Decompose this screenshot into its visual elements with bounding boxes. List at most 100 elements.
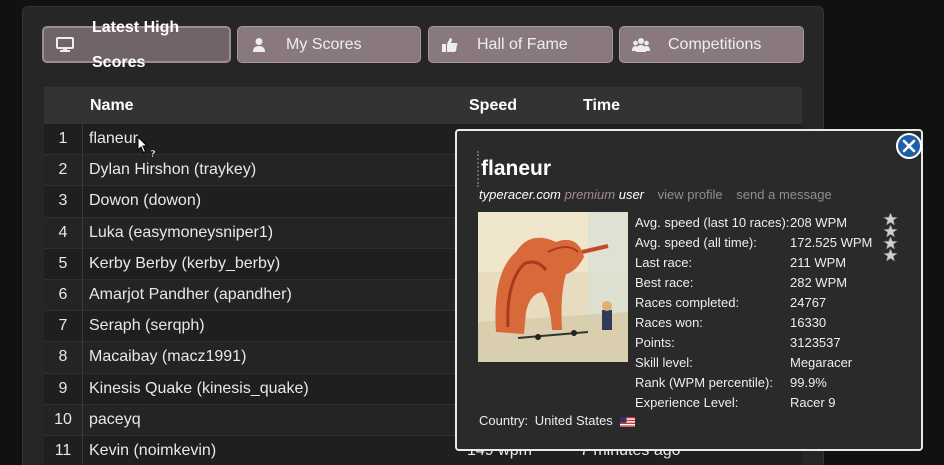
skill-stars	[883, 213, 899, 261]
stat-value: 282 WPM	[790, 275, 848, 290]
svg-text:?: ?	[150, 149, 156, 160]
star-icon	[883, 213, 898, 225]
stat-value: 3123537	[790, 335, 841, 350]
stat-row: Avg. speed (all time): 172.525 WPM	[635, 235, 895, 255]
stat-label: Skill level:	[635, 355, 693, 370]
row-player-name[interactable]: paceyq	[89, 411, 141, 429]
row-divider	[82, 311, 83, 342]
stat-label: Avg. speed (all time):	[635, 235, 757, 250]
help-cursor-icon: ?	[137, 135, 159, 160]
row-divider	[82, 124, 83, 155]
stat-label: Last race:	[635, 255, 693, 270]
row-divider	[82, 186, 83, 217]
row-rank: 3	[58, 192, 68, 210]
row-rank: 7	[58, 317, 68, 335]
stat-row: Skill level: Megaracer	[635, 355, 895, 375]
tab-label: Hall of Fame	[477, 36, 568, 53]
stat-row: Races won: 16330	[635, 315, 895, 335]
row-rank: 10	[54, 410, 72, 428]
row-divider	[82, 373, 83, 404]
tab-hall-of-fame[interactable]: Hall of Fame	[428, 26, 613, 63]
account-type: premium	[564, 187, 616, 202]
row-rank: 8	[58, 348, 68, 366]
row-player-name[interactable]: Luka (easymoneysniper1)	[89, 224, 273, 242]
country-value: United States	[534, 413, 613, 428]
country-row: Country: United States	[479, 413, 636, 428]
star-icon	[883, 237, 898, 249]
stat-value: 172.525 WPM	[790, 235, 873, 250]
row-player-name[interactable]: Kevin (noimkevin)	[89, 442, 216, 460]
tab-competitions[interactable]: Competitions	[619, 26, 804, 63]
star-icon	[883, 225, 898, 237]
text-caret	[477, 151, 480, 187]
stat-value: Megaracer	[790, 355, 853, 370]
tab-label: My Scores	[286, 36, 362, 53]
popup-meta: typeracer.com premium user view profile …	[479, 187, 842, 202]
row-divider	[82, 217, 83, 248]
stat-label: Races won:	[635, 315, 703, 330]
site-name: typeracer.com	[479, 187, 561, 202]
row-player-name[interactable]: Kerby Berby (kerby_berby)	[89, 255, 280, 273]
tab-label: Latest High Scores	[92, 18, 180, 71]
close-icon	[902, 139, 916, 153]
stat-value: 16330	[790, 315, 827, 330]
row-rank: 1	[58, 130, 68, 147]
row-player-name[interactable]: Kinesis Quake (kinesis_quake)	[89, 380, 309, 398]
monitor-icon	[56, 36, 74, 53]
stat-value: 208 WPM	[790, 215, 848, 230]
stat-row: Last race: 211 WPM	[635, 255, 895, 275]
stat-row: Experience Level: Racer 9	[635, 395, 895, 415]
stat-label: Rank (WPM percentile):	[635, 375, 773, 390]
stat-row: Rank (WPM percentile): 99.9%	[635, 375, 895, 395]
tab-label: Competitions	[668, 36, 762, 53]
account-suffix: user	[618, 187, 645, 202]
popup-username: flaneur	[481, 157, 552, 180]
stat-row: Races completed: 24767	[635, 295, 895, 315]
stat-label: Races completed:	[635, 295, 740, 310]
user-stats: Avg. speed (last 10 races): 208 WPM Avg. s…	[635, 215, 895, 415]
row-player-name[interactable]: flaneur	[89, 130, 138, 148]
row-rank: 5	[58, 254, 68, 272]
stat-value: 24767	[790, 295, 827, 310]
row-divider	[82, 342, 83, 373]
header-speed: Speed	[469, 97, 518, 114]
user-profile-popup: flaneur typeracer.com premium user view …	[455, 129, 923, 451]
star-icon	[883, 249, 898, 261]
stat-row: Best race: 282 WPM	[635, 275, 895, 295]
country-label: Country:	[479, 413, 529, 428]
stat-value: 99.9%	[790, 375, 827, 390]
avatar	[478, 212, 628, 362]
row-divider	[82, 248, 83, 279]
stat-label: Experience Level:	[635, 395, 739, 410]
header-name: Name	[90, 97, 134, 114]
stat-row: Points: 3123537	[635, 335, 895, 355]
row-player-name[interactable]: Amarjot Pandher (apandher)	[89, 286, 292, 304]
tab-latest-high-scores[interactable]: Latest High Scores	[42, 19, 231, 71]
view-profile-link[interactable]: view profile	[658, 187, 723, 202]
row-player-name[interactable]: Dylan Hirshon (traykey)	[89, 161, 256, 179]
send-message-link[interactable]: send a message	[736, 187, 831, 202]
group-icon	[632, 37, 650, 53]
tab-my-scores[interactable]: My Scores	[237, 26, 421, 63]
stat-value: 211 WPM	[790, 255, 847, 270]
header-time: Time	[583, 97, 621, 114]
table-header: Name Speed Time	[44, 87, 802, 124]
close-button[interactable]	[896, 133, 922, 159]
row-divider	[82, 435, 83, 465]
row-rank: 11	[54, 441, 72, 459]
row-rank: 4	[58, 223, 68, 241]
row-rank: 9	[58, 379, 68, 397]
row-player-name[interactable]: Dowon (dowon)	[89, 192, 201, 210]
us-flag-icon	[620, 416, 636, 427]
row-divider	[82, 404, 83, 435]
stat-row: Avg. speed (last 10 races): 208 WPM	[635, 215, 895, 235]
thumbs-up-icon	[441, 37, 459, 53]
row-divider	[82, 155, 83, 186]
stat-value: Racer 9	[790, 395, 836, 410]
user-icon	[250, 37, 268, 53]
row-player-name[interactable]: Macaibay (macz1991)	[89, 348, 246, 366]
row-divider	[82, 279, 83, 311]
row-rank: 2	[58, 161, 68, 179]
row-player-name[interactable]: Seraph (serqph)	[89, 317, 205, 335]
row-rank: 6	[58, 285, 68, 303]
